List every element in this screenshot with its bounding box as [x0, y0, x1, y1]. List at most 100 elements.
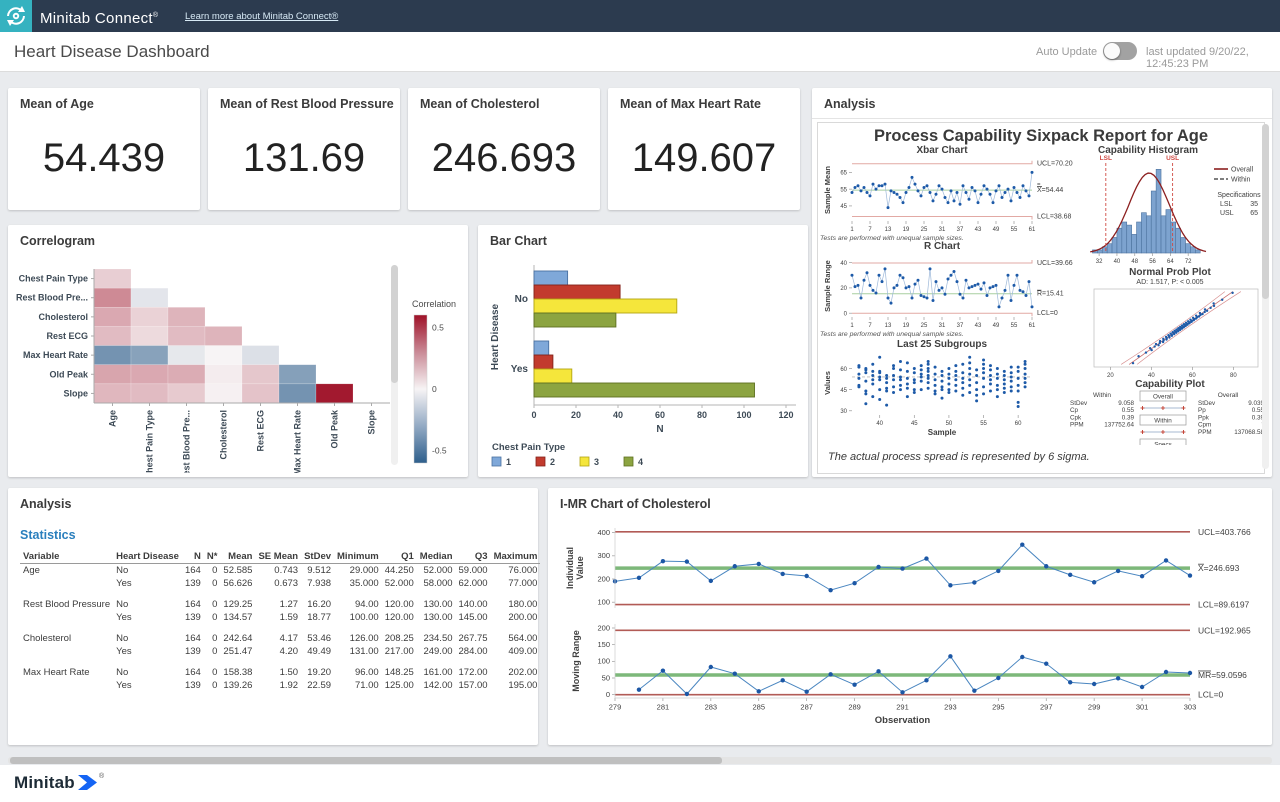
- svg-text:25: 25: [921, 323, 928, 329]
- svg-text:Age: Age: [108, 410, 118, 427]
- panel-title: Correlogram: [20, 234, 95, 248]
- svg-text:LCL=0: LCL=0: [1037, 310, 1058, 317]
- svg-text:19: 19: [903, 227, 910, 233]
- svg-text:UCL=403.766: UCL=403.766: [1198, 527, 1251, 537]
- svg-text:60: 60: [1015, 421, 1022, 427]
- svg-text:1: 1: [850, 227, 854, 233]
- sixpack-charts: Xbar Chart45556517131925313743495561UCL=…: [818, 145, 1264, 445]
- svg-text:Chest Pain Type: Chest Pain Type: [19, 274, 88, 284]
- svg-text:40: 40: [1114, 259, 1121, 265]
- svg-text:13: 13: [885, 323, 892, 329]
- svg-text:19: 19: [903, 323, 910, 329]
- svg-text:31: 31: [939, 323, 946, 329]
- svg-text:X=246.693: X=246.693: [1198, 563, 1240, 573]
- svg-text:UCL=192.965: UCL=192.965: [1198, 625, 1251, 635]
- svg-text:400: 400: [597, 528, 610, 537]
- svg-text:Old Peak: Old Peak: [330, 409, 340, 449]
- scrollbar-thumb[interactable]: [1262, 124, 1269, 299]
- svg-text:0.39: 0.39: [1122, 414, 1135, 421]
- svg-text:65: 65: [840, 171, 847, 177]
- svg-text:Rest Blood Pre...: Rest Blood Pre...: [16, 293, 88, 303]
- svg-text:Old Peak: Old Peak: [49, 369, 89, 379]
- minitab-connect-logo[interactable]: [0, 0, 32, 32]
- table-spacer: [20, 624, 540, 632]
- table-row: CholesterolNo1640242.644.1753.46126.0020…: [20, 632, 540, 645]
- svg-text:Cpk: Cpk: [1070, 414, 1082, 421]
- svg-text:Rest ECG: Rest ECG: [46, 331, 88, 341]
- svg-text:Overall: Overall: [1218, 392, 1239, 399]
- svg-text:StDev: StDev: [1198, 400, 1216, 407]
- svg-text:56: 56: [1149, 259, 1156, 265]
- svg-text:Max Heart Rate: Max Heart Rate: [23, 350, 88, 360]
- registered-mark: ®: [99, 773, 104, 780]
- learn-more-link[interactable]: Learn more about Minitab Connect®: [185, 0, 338, 32]
- table-row: Yes139056.6260.6737.93835.00052.00058.00…: [20, 577, 540, 590]
- svg-text:Heart Disease: Heart Disease: [490, 303, 501, 370]
- svg-text:Overall: Overall: [1153, 394, 1173, 401]
- svg-text:293: 293: [944, 703, 957, 712]
- svg-text:0: 0: [432, 384, 437, 394]
- svg-text:Rest ECG: Rest ECG: [256, 410, 266, 452]
- svg-text:StDev: StDev: [1070, 400, 1088, 407]
- svg-text:200: 200: [597, 574, 610, 583]
- kpi-title: Mean of Rest Blood Pressure: [220, 97, 394, 111]
- svg-text:55: 55: [1011, 227, 1018, 233]
- svg-text:Overall: Overall: [1231, 167, 1254, 174]
- svg-text:Individual: Individual: [565, 547, 575, 589]
- svg-text:LSL: LSL: [1220, 201, 1233, 208]
- svg-text:LCL=38.68: LCL=38.68: [1037, 214, 1072, 221]
- svg-text:LCL=89.6197: LCL=89.6197: [1198, 600, 1250, 610]
- svg-text:UCL=70.20: UCL=70.20: [1037, 161, 1073, 168]
- svg-text:Slope: Slope: [367, 410, 377, 435]
- svg-text:45: 45: [840, 388, 847, 394]
- kpi-value: 246.693: [408, 136, 600, 181]
- svg-text:291: 291: [896, 703, 909, 712]
- svg-text:Capability Histogram: Capability Histogram: [1098, 145, 1198, 156]
- horizontal-scrollbar[interactable]: [8, 757, 1272, 764]
- svg-text:Values: Values: [823, 371, 832, 395]
- svg-text:R Chart: R Chart: [924, 241, 961, 252]
- svg-text:32: 32: [1096, 259, 1103, 265]
- correlogram-scrollbar[interactable]: [391, 265, 398, 465]
- svg-text:3: 3: [594, 457, 599, 467]
- auto-update-toggle[interactable]: [1103, 42, 1137, 60]
- svg-text:295: 295: [992, 703, 1005, 712]
- svg-text:Max Heart Rate: Max Heart Rate: [293, 410, 303, 473]
- svg-text:137752.64: 137752.64: [1104, 422, 1134, 429]
- scrollbar-thumb[interactable]: [10, 757, 722, 764]
- svg-text:120: 120: [778, 410, 793, 420]
- minitab-footer-brand: Minitab: [14, 773, 75, 793]
- svg-text:Value: Value: [575, 556, 585, 580]
- table-row: Rest Blood PressureNo1640129.251.2716.20…: [20, 598, 540, 611]
- panel-title: Bar Chart: [490, 234, 547, 248]
- table-spacer: [20, 658, 540, 666]
- svg-text:0.55: 0.55: [1122, 407, 1135, 414]
- svg-text:Ppk: Ppk: [1198, 414, 1210, 421]
- sixpack-analysis-card: Analysis Process Capability Sixpack Repo…: [812, 88, 1272, 477]
- divider: [812, 118, 1272, 119]
- kpi-value: 149.607: [608, 136, 800, 181]
- svg-text:50: 50: [946, 421, 953, 427]
- svg-text:Sample: Sample: [928, 428, 957, 437]
- table-row: Max Heart RateNo1640158.381.5019.2096.00…: [20, 666, 540, 679]
- svg-text:60: 60: [840, 367, 847, 373]
- sixpack-scrollbar[interactable]: [1262, 124, 1269, 469]
- svg-text:MR=59.0596: MR=59.0596: [1198, 670, 1247, 680]
- panel-title: Analysis: [824, 97, 875, 111]
- sixpack-report: Process Capability Sixpack Report for Ag…: [817, 122, 1265, 474]
- table-row: Yes1390139.261.9222.5971.00125.00142.001…: [20, 679, 540, 692]
- table-row: Yes1390251.474.2049.49131.00217.00249.00…: [20, 645, 540, 658]
- kpi-title: Mean of Cholesterol: [420, 97, 539, 111]
- svg-text:R=15.41: R=15.41: [1037, 291, 1064, 298]
- svg-text:13: 13: [885, 227, 892, 233]
- svg-text:Specifications: Specifications: [1217, 192, 1261, 199]
- kpi-title: Mean of Age: [20, 97, 94, 111]
- svg-text:35: 35: [1250, 201, 1258, 208]
- svg-text:299: 299: [1088, 703, 1101, 712]
- svg-text:Sample Range: Sample Range: [823, 260, 832, 312]
- scrollbar-thumb[interactable]: [391, 265, 398, 383]
- svg-text:20: 20: [571, 410, 581, 420]
- panel-title: I-MR Chart of Cholesterol: [560, 497, 711, 511]
- svg-text:X=54.44: X=54.44: [1037, 187, 1063, 194]
- table-row: AgeNo164052.5850.7439.51229.00044.25052.…: [20, 564, 540, 578]
